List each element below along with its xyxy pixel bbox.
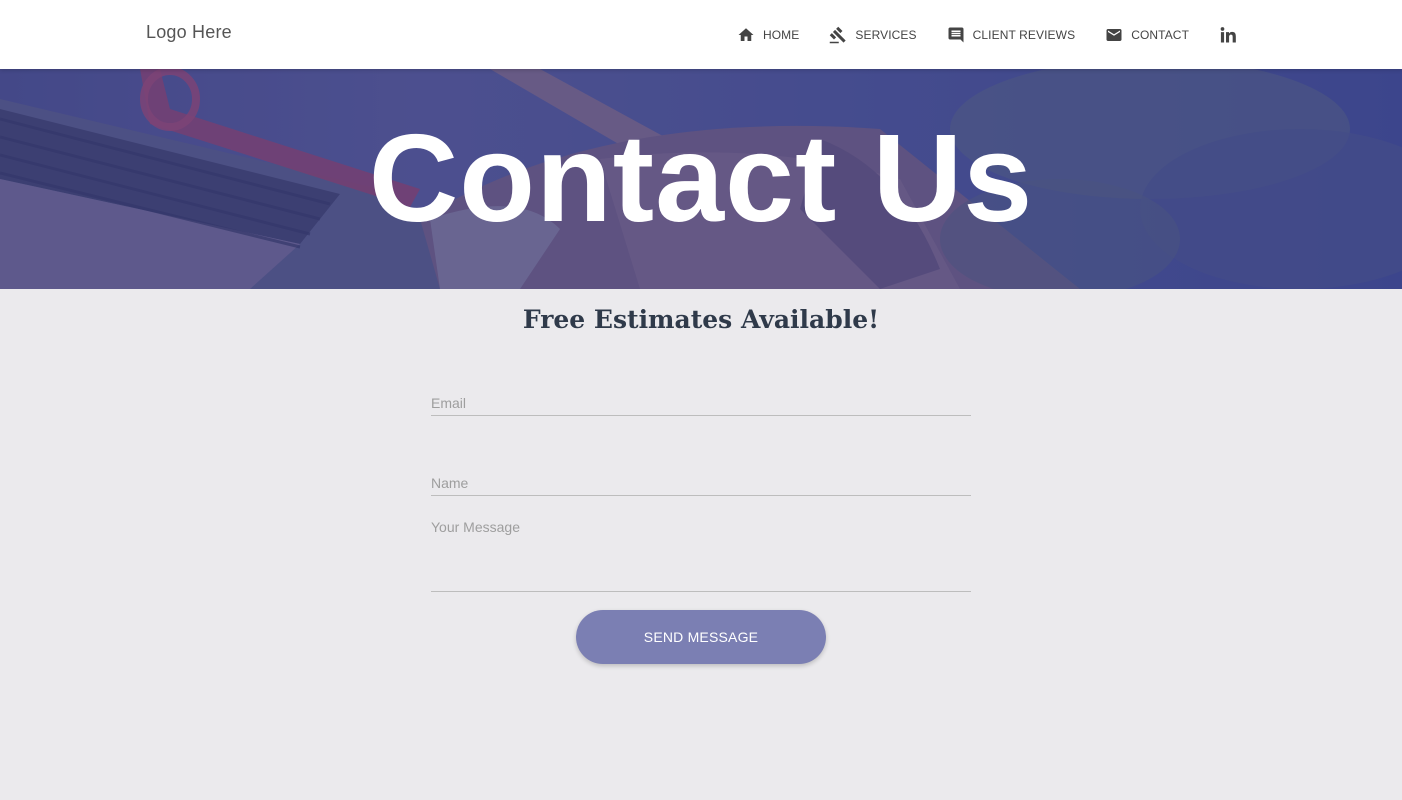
site-header: Logo Here HOME SERVICES CLIENT REVIEWS C… — [0, 0, 1402, 69]
hero-banner: Contact Us — [0, 69, 1402, 289]
gavel-icon — [829, 26, 847, 44]
section-subtitle: Free Estimates Available! — [522, 305, 880, 334]
page-title: Contact Us — [368, 110, 1034, 248]
nav-item-contact[interactable]: CONTACT — [1105, 26, 1189, 44]
message-field-wrapper — [431, 516, 971, 592]
name-field[interactable] — [431, 460, 971, 496]
nav-item-services[interactable]: SERVICES — [829, 26, 917, 44]
nav-label-client-reviews: CLIENT REVIEWS — [972, 27, 1076, 42]
mail-icon — [1105, 26, 1123, 44]
nav-item-client-reviews[interactable]: CLIENT REVIEWS — [947, 26, 1076, 44]
nav-label-contact: CONTACT — [1131, 27, 1189, 42]
nav-label-services: SERVICES — [855, 27, 917, 42]
site-logo[interactable]: Logo Here — [146, 22, 232, 43]
name-field-wrapper — [431, 460, 971, 496]
send-message-button[interactable]: SEND MESSAGE — [576, 610, 826, 664]
email-field-wrapper — [431, 380, 971, 416]
comment-icon — [947, 26, 965, 44]
message-field[interactable] — [431, 516, 971, 592]
nav-item-home[interactable]: HOME — [737, 26, 799, 44]
main-nav: HOME SERVICES CLIENT REVIEWS CONTACT — [737, 0, 1239, 69]
email-field[interactable] — [431, 380, 971, 416]
linkedin-icon[interactable] — [1217, 24, 1239, 46]
nav-label-home: HOME — [762, 27, 800, 42]
home-icon — [737, 26, 755, 44]
